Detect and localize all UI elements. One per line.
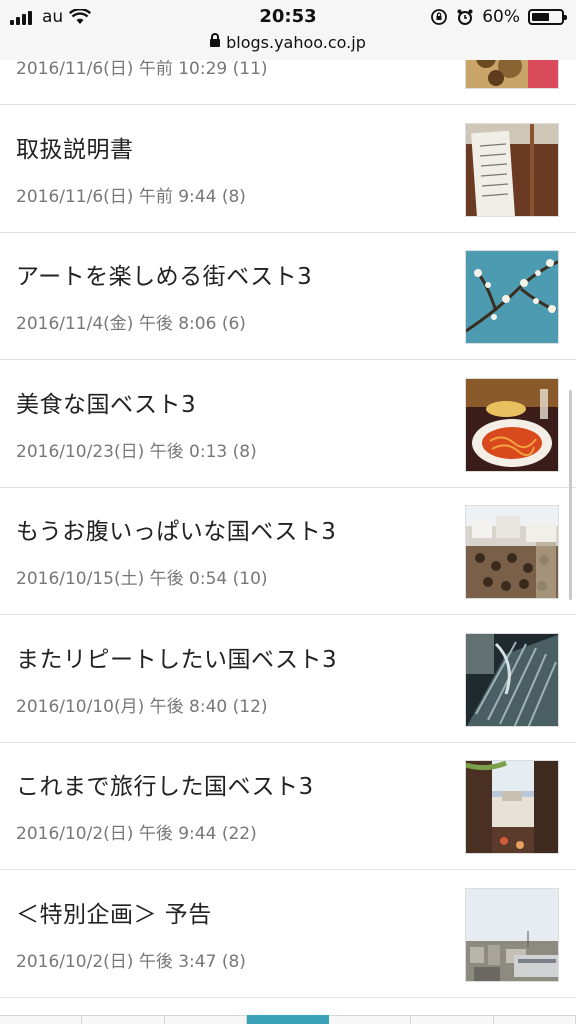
post-meta: 2016/11/6(日) 午前 9:44 (8) [16,187,246,207]
post-title[interactable]: ＜特別企画＞ 予告 [16,895,212,929]
post-thumbnail[interactable] [465,378,559,472]
post-row[interactable]: 美食な国ベスト3 2016/10/23(日) 午後 0:13 (8) [0,361,576,488]
tab[interactable] [411,1015,494,1024]
lock-icon [210,33,221,47]
status-bar: au 20:53 60% blogs.yahoo.co.jp [0,0,576,60]
tab[interactable] [493,1015,576,1024]
post-row[interactable]: もうお腹いっぱいな国ベスト3 2016/10/15(土) 午後 0:54 (10… [0,488,576,615]
post-thumbnail[interactable] [465,250,559,344]
post-thumbnail[interactable] [465,633,559,727]
post-row[interactable]: 取扱説明書 2016/11/6(日) 午前 9:44 (8) [0,106,576,233]
alarm-icon [457,9,473,25]
url-text: blogs.yahoo.co.jp [226,33,366,52]
post-row[interactable]: アートを楽しめる街ベスト3 2016/11/4(金) 午後 8:06 (6) [0,233,576,360]
tab[interactable] [329,1015,412,1024]
post-meta: 2016/11/4(金) 午後 8:06 (6) [16,314,246,334]
post-title[interactable]: これまで旅行した国ベスト3 [16,767,314,801]
post-meta: 2016/10/10(月) 午後 8:40 (12) [16,697,268,717]
post-meta: 2016/10/23(日) 午後 0:13 (8) [16,442,257,462]
post-title[interactable]: 美食な国ベスト3 [16,385,196,419]
tab[interactable] [164,1015,247,1024]
post-title[interactable]: またリピートしたい国ベスト3 [16,640,337,674]
tab-active[interactable] [246,1015,330,1024]
post-meta: 2016/10/2(日) 午後 9:44 (22) [16,824,257,844]
post-title[interactable]: アートを楽しめる街ベスト3 [16,257,312,291]
tab[interactable] [82,1015,165,1024]
scrollbar[interactable] [569,390,572,600]
url-bar[interactable]: blogs.yahoo.co.jp [0,32,576,54]
post-thumbnail[interactable] [465,888,559,982]
post-thumbnail[interactable] [465,123,559,217]
post-row[interactable]: これまで旅行した国ベスト3 2016/10/2(日) 午後 9:44 (22) [0,743,576,870]
bottom-tab-bar [0,1015,576,1024]
post-row[interactable]: またリピートしたい国ベスト3 2016/10/10(月) 午後 8:40 (12… [0,616,576,743]
post-meta: 2016/10/15(土) 午後 0:54 (10) [16,569,268,589]
rotation-lock-icon [431,9,448,25]
post-meta: 2016/10/2(日) 午後 3:47 (8) [16,952,246,972]
battery-icon [528,9,567,25]
battery-percent: 60% [482,7,520,27]
post-thumbnail[interactable] [465,760,559,854]
tab[interactable] [0,1015,83,1024]
post-title[interactable]: 取扱説明書 [16,130,134,164]
post-thumbnail[interactable] [465,505,559,599]
post-title[interactable]: もうお腹いっぱいな国ベスト3 [16,512,336,546]
post-row[interactable]: ＜特別企画＞ 予告 2016/10/2(日) 午後 3:47 (8) [0,871,576,998]
